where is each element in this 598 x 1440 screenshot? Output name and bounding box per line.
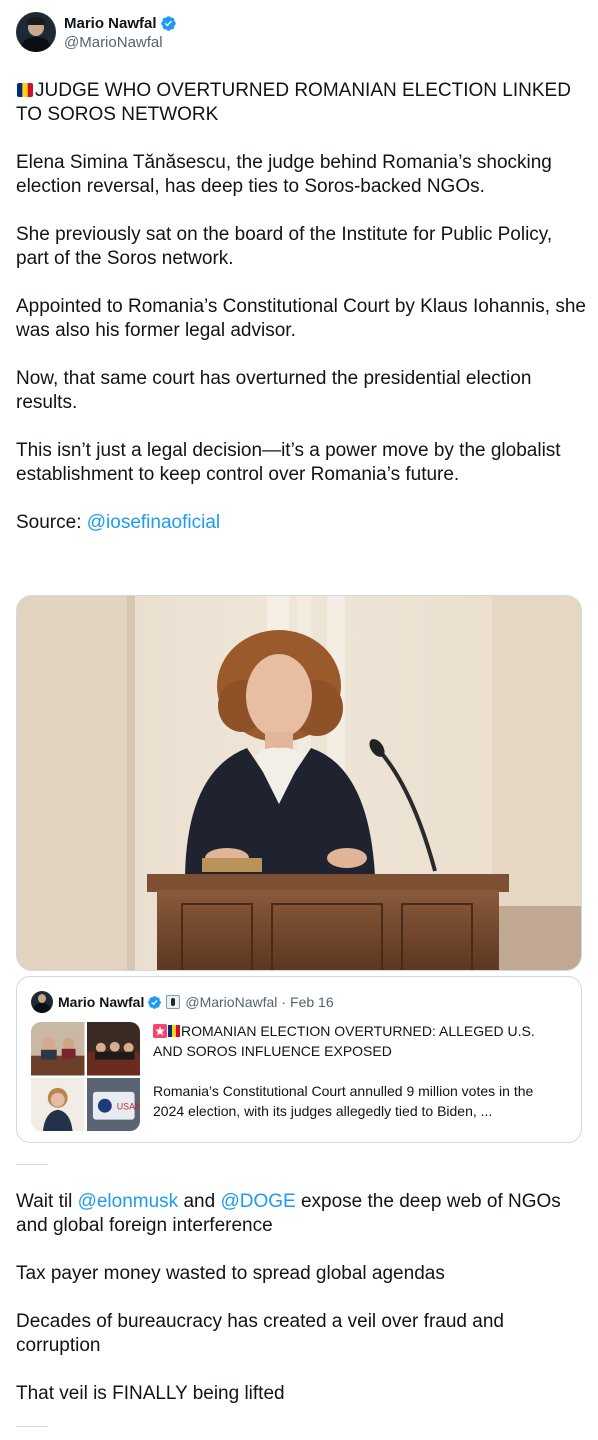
mention-doge-link[interactable]: @DOGE <box>220 1191 295 1212</box>
quoted-author-avatar <box>31 991 53 1013</box>
tweet-headline-text: JUDGE WHO OVERTURNED ROMANIAN ELECTION L… <box>16 80 571 125</box>
quoted-date: Feb 16 <box>290 994 334 1010</box>
source-mention-link[interactable]: @iosefinaoficial <box>87 512 220 533</box>
author-avatar[interactable] <box>16 12 56 52</box>
reply-line-1: Wait til @elonmusk and @DOGE expose the … <box>16 1190 576 1238</box>
reply-line-4: That veil is FINALLY being lifted <box>16 1383 285 1404</box>
verified-badge-icon <box>148 995 162 1009</box>
tweet-paragraph: She previously sat on the board of the I… <box>16 224 553 269</box>
quoted-title-text: ROMANIAN ELECTION OVERTURNED: ALLEGED U.… <box>153 1023 535 1059</box>
reply-text-segment: Wait til <box>16 1191 78 1212</box>
source-label: Source: <box>16 512 87 533</box>
usaid-label: USAID <box>116 1101 140 1111</box>
quoted-tweet-header: Mario Nawfal @MarioNawfal · Feb 16 <box>31 991 334 1013</box>
tweet-headline: JUDGE WHO OVERTURNED ROMANIAN ELECTION L… <box>16 79 588 127</box>
tweet-paragraph: Elena Simina Tănăsescu, the judge behind… <box>16 152 552 197</box>
quoted-thumb-courtroom <box>31 1022 85 1076</box>
quoted-separator: · <box>281 994 287 1010</box>
quoted-tweet-card[interactable]: Mario Nawfal @MarioNawfal · Feb 16 USAID… <box>16 976 582 1143</box>
quoted-author-name: Mario Nawfal <box>58 994 145 1010</box>
tweet-paragraph: Appointed to Romania’s Constitutional Co… <box>16 296 586 341</box>
thread-divider <box>16 1426 48 1427</box>
reply-line-3: Decades of bureaucracy has created a vei… <box>16 1311 504 1356</box>
quoted-body-text: Romania’s Constitutional Court annulled … <box>153 1083 534 1119</box>
verified-badge-icon <box>160 15 176 31</box>
reply-line-2: Tax payer money wasted to spread global … <box>16 1263 445 1284</box>
tweet-paragraph: This isn’t just a legal decision—it’s a … <box>16 440 561 485</box>
reply-text-segment: and <box>178 1191 221 1212</box>
author-handle[interactable]: @MarioNawfal <box>64 34 177 51</box>
romania-flag-icon <box>17 83 33 97</box>
affiliate-badge-icon <box>166 995 181 1009</box>
quoted-title: ROMANIAN ELECTION OVERTURNED: ALLEGED U.… <box>153 1021 565 1061</box>
reply-text: Wait til @elonmusk and @DOGE expose the … <box>16 1190 576 1430</box>
quoted-thumb-usaid: USAID <box>86 1077 140 1131</box>
quoted-media-grid: USAID <box>31 1022 140 1131</box>
quoted-author-handle: @MarioNawfal <box>185 994 278 1010</box>
mention-elonmusk-link[interactable]: @elonmusk <box>78 1191 179 1212</box>
tweet-photo[interactable] <box>16 595 582 971</box>
quoted-thumb-judges <box>86 1022 140 1076</box>
romania-flag-icon <box>168 1025 180 1037</box>
quoted-tweet-text: ROMANIAN ELECTION OVERTURNED: ALLEGED U.… <box>153 1021 565 1121</box>
tweet-header: Mario Nawfal @MarioNawfal <box>16 12 177 52</box>
siren-icon <box>153 1024 167 1038</box>
thread-divider <box>16 1164 48 1165</box>
author-names: Mario Nawfal @MarioNawfal <box>64 13 177 51</box>
tweet-source: Source: @iosefinaoficial <box>16 511 588 535</box>
tweet-text: JUDGE WHO OVERTURNED ROMANIAN ELECTION L… <box>16 79 588 559</box>
tweet-paragraph: Now, that same court has overturned the … <box>16 368 532 413</box>
author-name[interactable]: Mario Nawfal <box>64 15 157 32</box>
quoted-thumb-woman <box>31 1077 85 1131</box>
judge-photo-image <box>17 596 581 970</box>
